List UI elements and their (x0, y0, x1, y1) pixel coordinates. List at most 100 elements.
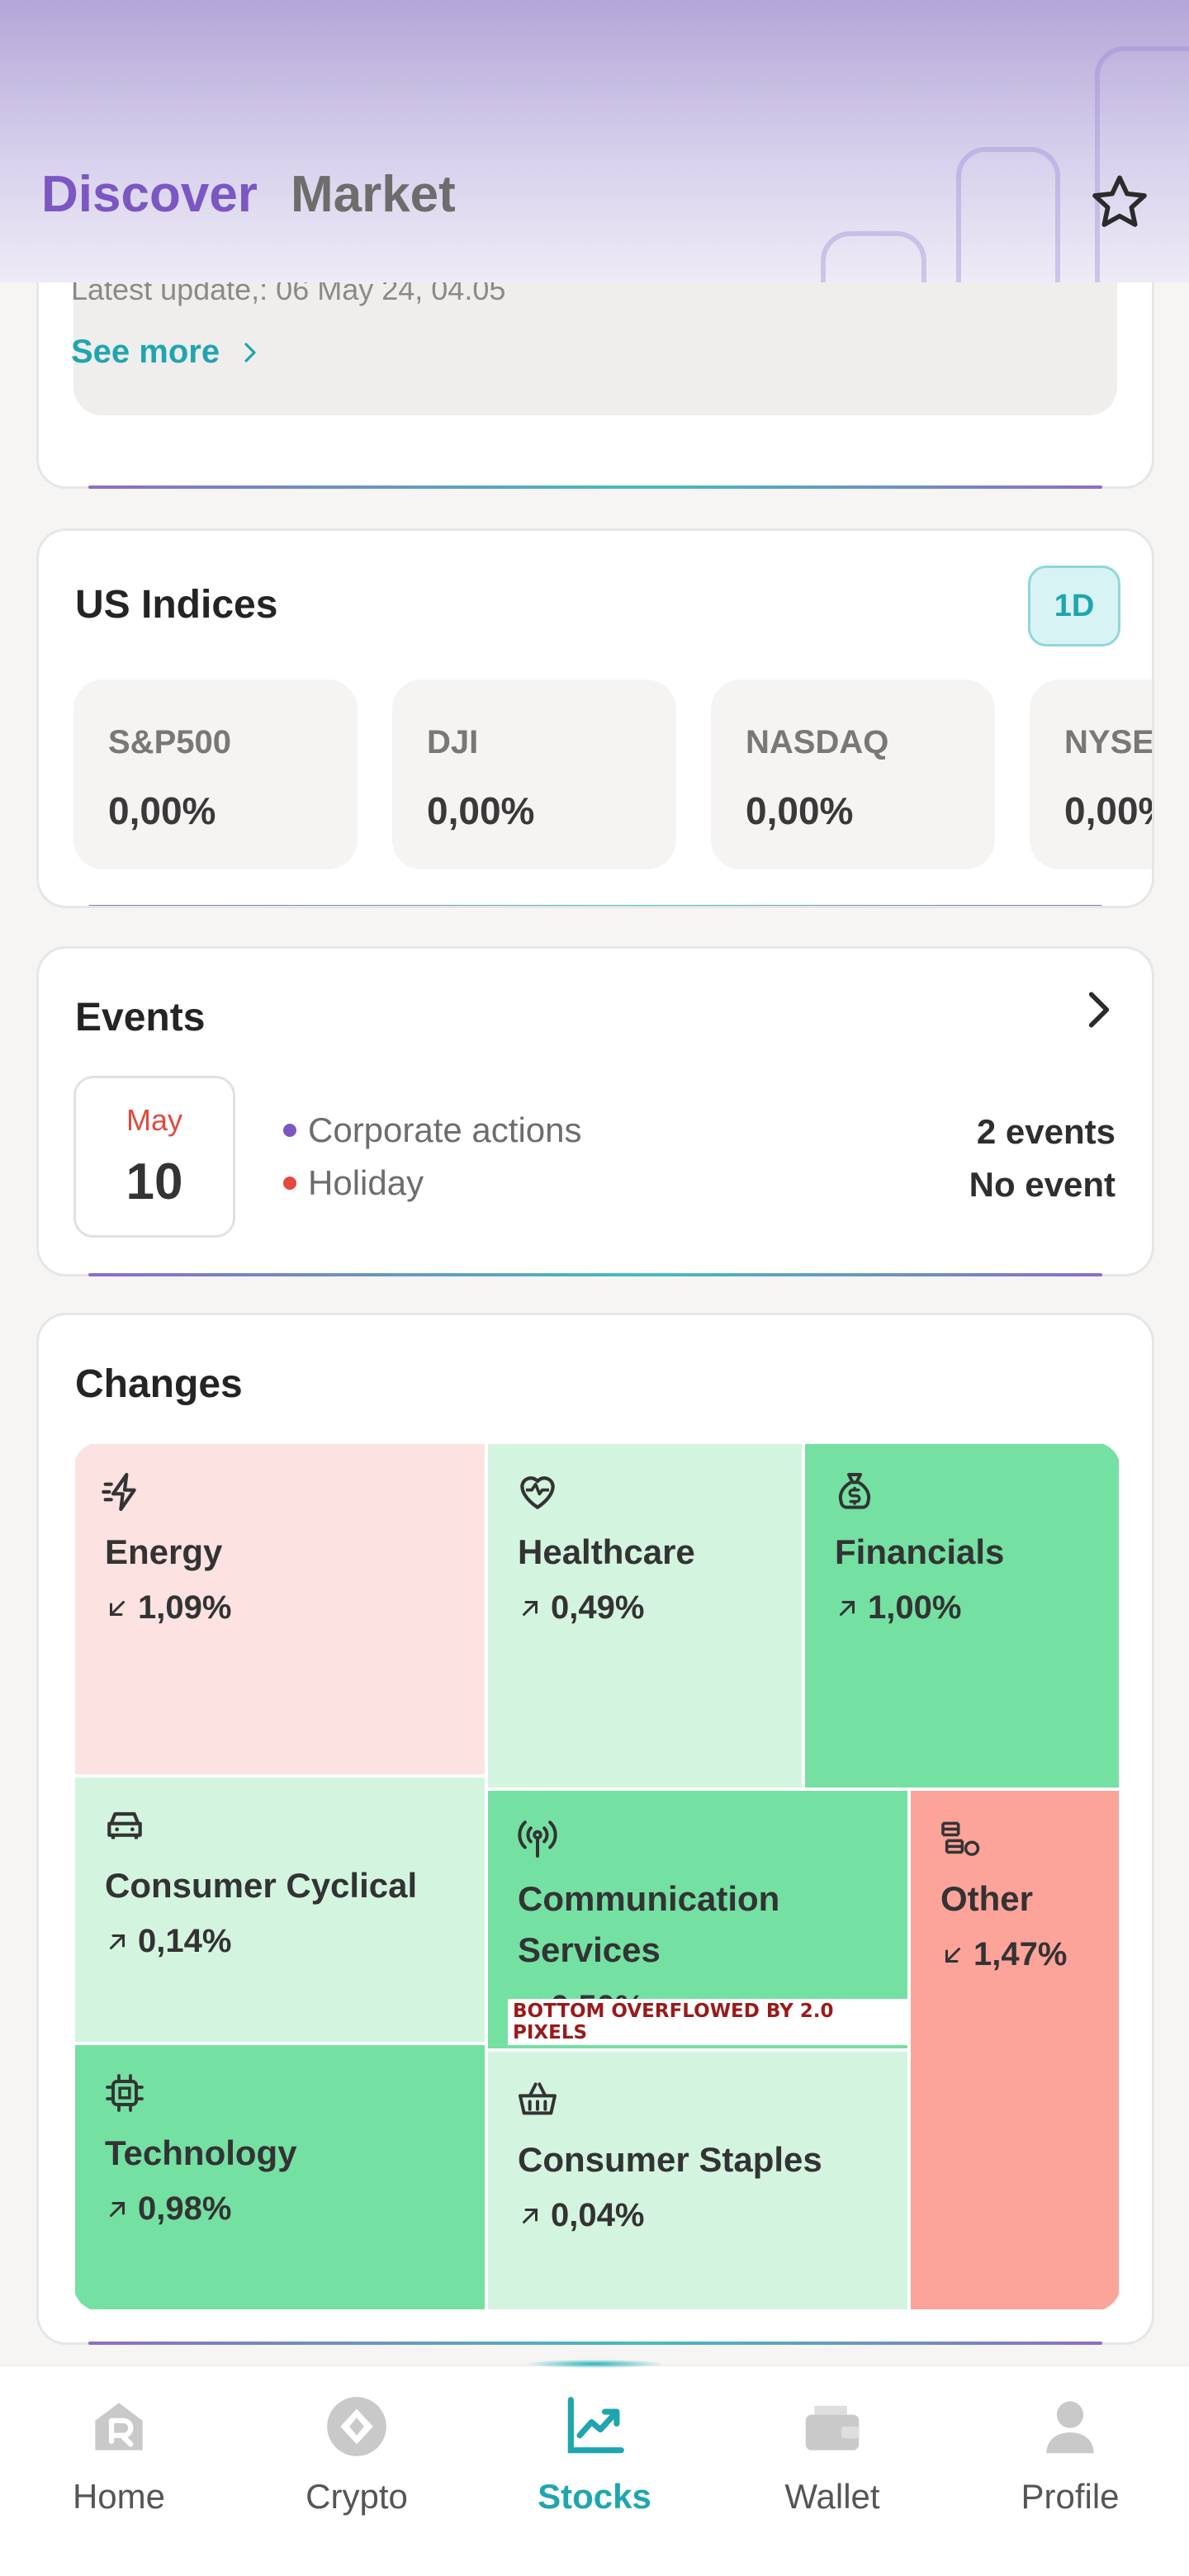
chevron-right-icon[interactable] (1076, 987, 1122, 1033)
sector-treemap: Energy 1,09% Healthcare 0,49% Financials… (73, 1442, 1120, 2311)
sector-name: Energy (105, 1532, 223, 1571)
chip-icon (106, 2074, 144, 2112)
nav-profile[interactable]: Profile (951, 2391, 1189, 2517)
sector-tile-energy[interactable]: Energy 1,09% (73, 1442, 486, 1776)
header-decoration (956, 147, 1060, 282)
event-count: 2 events (976, 1112, 1116, 1151)
sector-change-value: 1,00% (868, 1589, 962, 1626)
sector-change: 1,47% (940, 1936, 1067, 1973)
sector-tile-consumer-cyclical[interactable]: Consumer Cyclical 0,14% (73, 1776, 486, 2043)
timeframe-badge[interactable]: 1D (1028, 566, 1120, 646)
star-icon[interactable] (1087, 170, 1153, 236)
nav-home[interactable]: Home (0, 2391, 238, 2517)
home-icon (95, 2403, 143, 2451)
sector-name: Consumer Cyclical (105, 1866, 418, 1905)
car-icon (107, 1811, 142, 1840)
index-tile-sp500[interactable]: S&P500 0,00% (73, 680, 358, 869)
events-card: Events May 10 Corporate actions 2 events… (36, 946, 1154, 1276)
index-name: DJI (427, 724, 479, 760)
sector-tile-financials[interactable]: Financials 1,00% (803, 1442, 1120, 1789)
header-decoration (1095, 46, 1189, 282)
header-tabs: Discover Market (41, 165, 456, 224)
nav-label: Wallet (784, 2477, 880, 2516)
stocks-chart-icon (567, 2397, 624, 2454)
sector-change-value: 0,04% (551, 2197, 645, 2233)
arrow-down-left-icon (945, 1947, 960, 1963)
arrow-up-right-icon (840, 1600, 855, 1616)
sector-name: Communication Services (518, 1879, 780, 1969)
lightning-icon (102, 1472, 136, 1512)
active-tab-indicator (528, 2360, 661, 2368)
sector-name: Healthcare (518, 1532, 695, 1571)
index-tile-nyse[interactable]: NYSE 0,00% (1030, 680, 1154, 869)
arrow-up-right-icon (110, 1934, 125, 1949)
sector-name: Other (940, 1879, 1034, 1918)
index-change: 0,00% (1064, 789, 1152, 832)
arrow-down-left-icon (110, 1600, 125, 1616)
event-row-holiday: Holiday (283, 1163, 424, 1203)
tab-market[interactable]: Market (291, 165, 456, 224)
sector-tile-healthcare[interactable]: Healthcare 0,49% (486, 1442, 803, 1789)
event-label: Corporate actions (308, 1110, 582, 1149)
nav-label: Stocks (538, 2477, 651, 2516)
sector-tile-technology[interactable]: Technology 0,98% (73, 2043, 486, 2311)
antenna-icon (518, 1821, 557, 1858)
arrow-up-right-icon (523, 1600, 538, 1616)
nav-stocks[interactable]: Stocks (476, 2391, 713, 2517)
sector-name: Consumer Staples (518, 2140, 822, 2179)
sector-change: 1,09% (105, 1589, 231, 1627)
header-decoration (821, 231, 926, 282)
sector-tile-consumer-staples[interactable]: Consumer Staples 0,04% (486, 2050, 909, 2311)
event-label: Holiday (308, 1163, 424, 1202)
index-change: 0,00% (427, 789, 535, 832)
us-indices-card: US Indices 1D S&P500 0,00% DJI 0,00% NAS… (36, 528, 1154, 908)
see-more-link[interactable]: See more (71, 334, 263, 371)
event-dot (283, 1177, 296, 1190)
sector-change: 0,49% (518, 1589, 644, 1627)
sector-change-value: 1,47% (973, 1936, 1068, 1972)
nav-label: Crypto (306, 2477, 408, 2516)
index-change: 0,00% (746, 789, 854, 832)
overflow-warning: BOTTOM OVERFLOWED BY 2.0 PIXELS (508, 1999, 907, 2045)
app-header: Discover Market (0, 0, 1189, 282)
index-tile-nasdaq[interactable]: NASDAQ 0,00% (711, 680, 995, 869)
sector-change-value: 0,98% (138, 2190, 232, 2227)
basket-icon (519, 2082, 557, 2115)
event-row-corporate-actions: Corporate actions (283, 1110, 582, 1150)
sector-tile-other[interactable]: Other 1,47% (909, 1789, 1120, 2311)
crypto-icon (327, 2397, 386, 2456)
nav-label: Profile (1021, 2477, 1120, 2516)
event-date: May 10 (73, 1076, 235, 1238)
event-dot (283, 1124, 296, 1137)
chevron-right-icon (244, 342, 256, 362)
wallet-icon (805, 2405, 860, 2451)
sector-change-value: 0,49% (551, 1589, 645, 1626)
index-name: NASDAQ (746, 724, 889, 760)
sector-tile-communication-services[interactable]: Communication Services 0,50% BOTTOM OVER… (486, 1789, 909, 2050)
money-bag-icon (838, 1473, 871, 1509)
sector-name: Technology (105, 2133, 297, 2172)
index-tile-dji[interactable]: DJI 0,00% (392, 680, 676, 869)
us-indices-title: US Indices (75, 583, 278, 627)
index-name: S&P500 (108, 724, 231, 760)
heart-pulse-icon (520, 1476, 555, 1509)
arrow-up-right-icon (523, 2208, 538, 2223)
sector-name: Financials (835, 1532, 1005, 1571)
nav-label: Home (72, 2477, 166, 2516)
events-title: Events (75, 996, 206, 1039)
changes-title: Changes (75, 1362, 243, 1406)
sector-change: 0,04% (518, 2197, 644, 2234)
index-name: NYSE (1064, 724, 1154, 760)
sector-change: 1,00% (835, 1589, 961, 1627)
tab-discover[interactable]: Discover (41, 165, 258, 224)
bottom-navigation: Home Crypto Stocks Wallet Profile (0, 2360, 1189, 2576)
event-count: No event (969, 1165, 1116, 1204)
event-month: May (126, 1103, 182, 1137)
profile-icon (1046, 2401, 1094, 2454)
nav-crypto[interactable]: Crypto (238, 2391, 476, 2517)
sector-change: 0,98% (105, 2190, 231, 2228)
sector-change-value: 1,09% (138, 1589, 232, 1626)
changes-card: Changes Energy 1,09% Healthcare 0,49% Fi… (36, 1313, 1154, 2345)
arrow-up-right-icon (110, 2201, 125, 2217)
nav-wallet[interactable]: Wallet (713, 2391, 951, 2517)
